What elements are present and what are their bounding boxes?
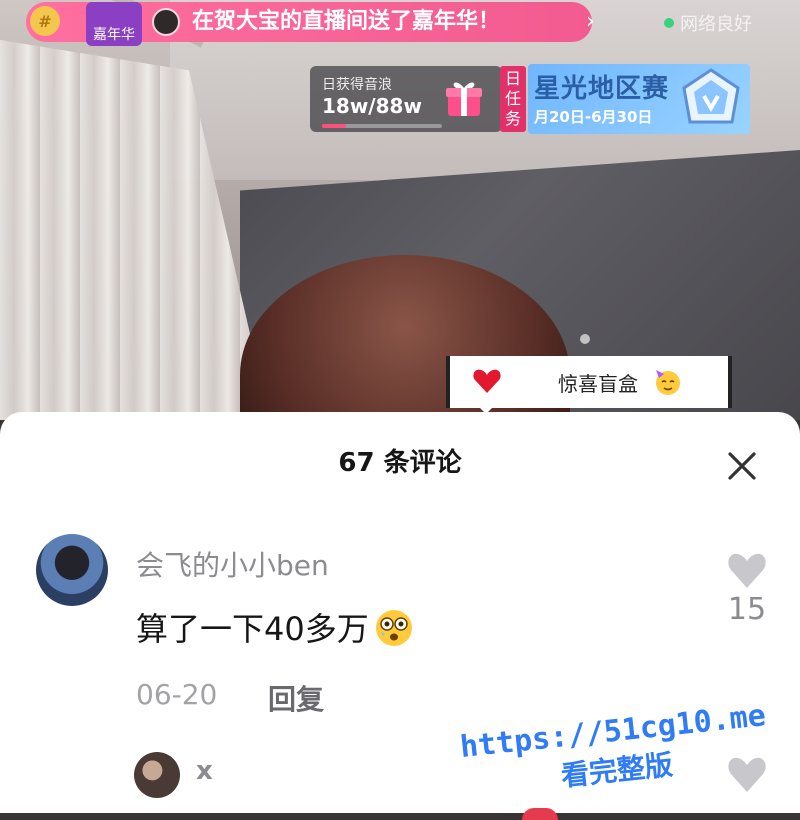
gift-message: 在贺大宝的直播间送了嘉年华！ [192, 9, 501, 34]
comment-text: 算了一下40多万 [136, 604, 415, 650]
sound-wave-label: 日获得音浪 [322, 77, 392, 93]
event-banner[interactable]: 星光地区赛 月20日-6月30日 [528, 64, 750, 134]
comment-username[interactable]: 会飞的小小ben [136, 544, 329, 584]
event-date: 月20日-6月30日 [534, 108, 653, 126]
event-emblem-icon [682, 68, 740, 124]
close-icon[interactable] [722, 446, 762, 486]
daily-task-char: 日 [504, 69, 521, 88]
sound-wave-progress-fill [322, 124, 346, 128]
network-status: 网络良好 [664, 10, 752, 36]
sound-wave-panel[interactable]: 日获得音浪 18w/88w [310, 66, 502, 132]
chevron-right-icon: › [586, 9, 595, 34]
event-title: 星光地区赛 [534, 74, 670, 104]
reply-username[interactable]: x [196, 756, 213, 786]
sender-avatar [152, 8, 180, 36]
daily-task-char: 任 [504, 89, 521, 108]
gift-badge-icon: # [30, 6, 60, 36]
reply-button[interactable]: 回复 [268, 678, 324, 718]
comment-body: 算了一下40多万 [136, 610, 369, 648]
wow-emoji-icon [375, 610, 412, 646]
mystery-box-label: 惊喜盲盒 [558, 372, 638, 396]
network-dot-icon [664, 18, 674, 28]
indicator-dot [580, 334, 590, 344]
avatar[interactable] [134, 752, 180, 798]
gift-tag: 嘉年华 [86, 2, 142, 46]
daily-task-button[interactable]: 日 任 务 [500, 66, 526, 132]
sound-wave-progress [322, 124, 442, 128]
party-emoji-icon [656, 370, 680, 395]
mystery-box-button[interactable]: 惊喜盲盒 [446, 356, 732, 414]
like-count: 15 [727, 592, 767, 627]
heart-icon [473, 369, 501, 393]
comments-sheet: 67 条评论 会飞的小小ben 算了一下40多万 06-20 回复 15 x h… [0, 412, 800, 820]
gift-banner[interactable]: # 嘉年华 在贺大宝的直播间送了嘉年华！ › [26, 2, 595, 46]
daily-task-char: 务 [504, 109, 521, 128]
like-heart-icon[interactable] [726, 550, 768, 590]
partial-emoji-icon [522, 808, 558, 820]
sound-wave-value: 18w/88w [322, 94, 422, 118]
comment-date: 06-20 [136, 678, 218, 711]
network-label: 网络良好 [680, 14, 752, 35]
avatar[interactable] [36, 534, 108, 606]
gift-box-icon [446, 82, 482, 116]
comments-title: 67 条评论 [338, 448, 462, 478]
